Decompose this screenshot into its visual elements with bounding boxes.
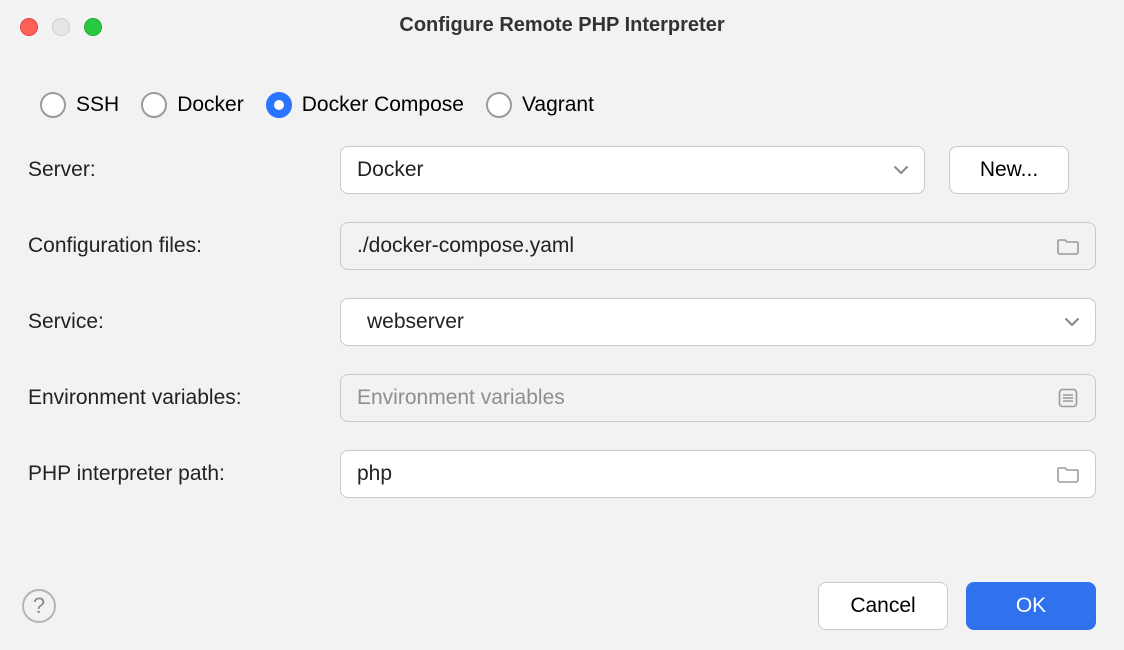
cancel-button[interactable]: Cancel <box>818 582 948 630</box>
php-path-value: php <box>357 462 1057 486</box>
form: Server: Docker New... Configuration file… <box>24 146 1100 498</box>
env-vars-row: Environment variables <box>340 374 1096 422</box>
folder-icon[interactable] <box>1057 465 1079 483</box>
dialog-window: Configure Remote PHP Interpreter SSH Doc… <box>0 0 1124 650</box>
traffic-lights <box>20 18 102 36</box>
radio-docker-compose-label: Docker Compose <box>302 93 464 117</box>
ok-button[interactable]: OK <box>966 582 1096 630</box>
service-label: Service: <box>28 310 328 334</box>
folder-icon[interactable] <box>1057 237 1079 255</box>
chevron-down-icon <box>1065 317 1079 327</box>
dialog-title: Configure Remote PHP Interpreter <box>0 14 1124 37</box>
minimize-window-icon[interactable] <box>52 18 70 36</box>
config-files-label: Configuration files: <box>28 234 328 258</box>
php-path-row: php <box>340 450 1096 498</box>
service-value: webserver <box>367 310 1065 334</box>
radio-docker[interactable]: Docker <box>141 92 244 118</box>
config-files-input[interactable]: ./docker-compose.yaml <box>340 222 1096 270</box>
titlebar: Configure Remote PHP Interpreter <box>0 0 1124 50</box>
php-path-label: PHP interpreter path: <box>28 462 328 486</box>
radio-icon <box>40 92 66 118</box>
new-server-button[interactable]: New... <box>949 146 1069 194</box>
radio-vagrant[interactable]: Vagrant <box>486 92 594 118</box>
close-window-icon[interactable] <box>20 18 38 36</box>
radio-icon <box>141 92 167 118</box>
php-path-input[interactable]: php <box>340 450 1096 498</box>
chevron-down-icon <box>894 165 908 175</box>
server-label: Server: <box>28 158 328 182</box>
server-value: Docker <box>357 158 894 182</box>
env-vars-label: Environment variables: <box>28 386 328 410</box>
radio-icon <box>266 92 292 118</box>
radio-ssh[interactable]: SSH <box>40 92 119 118</box>
env-vars-input[interactable]: Environment variables <box>340 374 1096 422</box>
help-icon: ? <box>33 593 45 619</box>
interpreter-type-radios: SSH Docker Docker Compose Vagrant <box>24 74 1100 146</box>
cancel-button-label: Cancel <box>850 594 915 618</box>
server-row: Docker New... <box>340 146 1096 194</box>
list-icon[interactable] <box>1057 387 1079 409</box>
radio-ssh-label: SSH <box>76 93 119 117</box>
service-row: webserver <box>340 298 1096 346</box>
radio-docker-compose[interactable]: Docker Compose <box>266 92 464 118</box>
server-select[interactable]: Docker <box>340 146 925 194</box>
zoom-window-icon[interactable] <box>84 18 102 36</box>
config-files-row: ./docker-compose.yaml <box>340 222 1096 270</box>
ok-button-label: OK <box>1016 594 1046 618</box>
config-files-value: ./docker-compose.yaml <box>357 234 1057 258</box>
radio-vagrant-label: Vagrant <box>522 93 594 117</box>
env-vars-placeholder: Environment variables <box>357 386 1057 410</box>
new-server-button-label: New... <box>980 158 1038 182</box>
dialog-body: SSH Docker Docker Compose Vagrant Server… <box>0 50 1124 498</box>
help-button[interactable]: ? <box>22 589 56 623</box>
radio-docker-label: Docker <box>177 93 244 117</box>
radio-icon <box>486 92 512 118</box>
dialog-footer: ? Cancel OK <box>0 580 1124 650</box>
service-select[interactable]: webserver <box>340 298 1096 346</box>
